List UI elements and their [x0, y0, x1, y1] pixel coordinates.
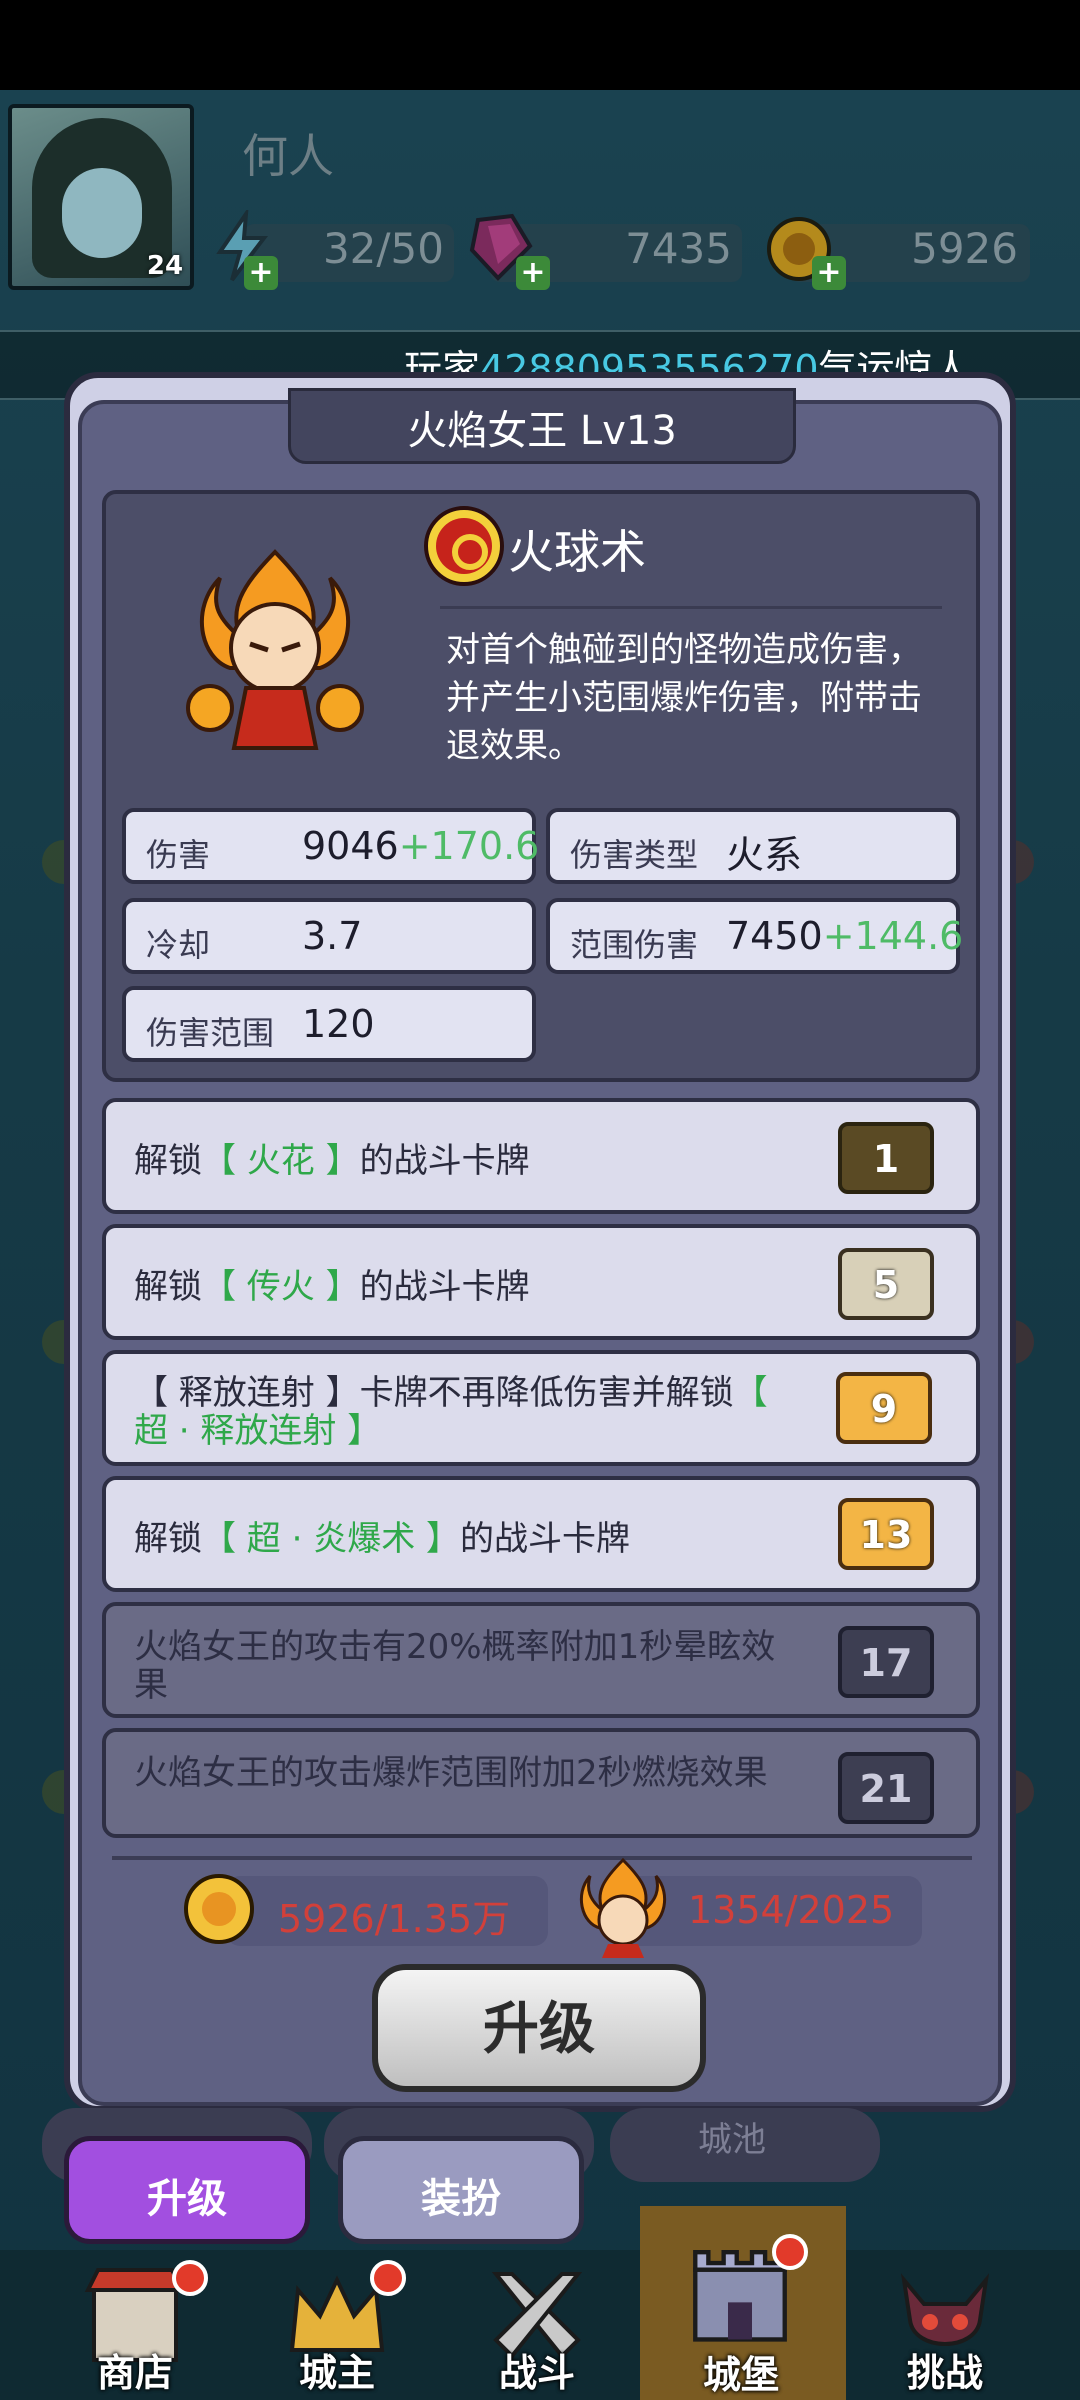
aoe-value: 7450	[726, 914, 823, 958]
unlock-1-pre: 解锁	[134, 1141, 202, 1181]
level-badge-13: 13	[838, 1498, 934, 1570]
nav-battle-label: 战斗	[498, 2351, 575, 2395]
damage-value: 9046	[302, 824, 399, 868]
cost-divider	[112, 1856, 972, 1860]
unlock-1-highlight: 【 火花 】	[202, 1141, 360, 1181]
nav-lord[interactable]: 城主	[252, 2250, 422, 2400]
status-bar	[0, 0, 1080, 90]
nav-castle[interactable]: 城堡	[656, 2220, 826, 2400]
stat-aoe-value: 7450+144.6	[726, 914, 963, 958]
unlock-4-pre: 解锁	[134, 1519, 202, 1559]
skill-description: 对首个触碰到的怪物造成伤害，并产生小范围爆炸伤害，附带击退效果。	[446, 630, 922, 766]
fragment-cost-text: 1354/2025	[688, 1888, 895, 1932]
stat-cooldown-value: 3.7	[302, 914, 363, 958]
stat-damage-value: 9046+170.6	[302, 824, 539, 868]
shop-notification-dot	[172, 2260, 208, 2296]
unlock-row-2-text: 解锁【 传火 】的战斗卡牌	[134, 1268, 794, 1306]
avatar-face	[62, 168, 142, 258]
add-gems-button[interactable]: +	[516, 256, 550, 290]
unlock-4-post: 的战斗卡牌	[460, 1519, 631, 1559]
nav-challenge[interactable]: 挑战	[860, 2250, 1030, 2400]
unlock-row-4-text: 解锁【 超 · 炎爆术 】的战斗卡牌	[134, 1520, 794, 1558]
damage-bonus: +170.6	[398, 824, 540, 868]
fire-queen-hero-art	[186, 549, 364, 750]
skill-name: 火球术	[508, 525, 646, 579]
stat-damage-type-label: 伤害类型	[570, 836, 699, 874]
castle-notification-dot	[772, 2234, 808, 2270]
unlock-row-1-text: 解锁【 火花 】的战斗卡牌	[134, 1142, 794, 1180]
upgrade-button-label: 升级	[483, 1997, 595, 2062]
level-badge-1: 1	[838, 1122, 934, 1194]
unlock-6-pre: 火焰女王的攻击爆炸范围附加2秒燃烧效果	[134, 1753, 768, 1793]
hero-fragment-icon	[579, 1858, 667, 1958]
nav-lord-label: 城主	[298, 2351, 375, 2395]
unlock-row-6-text: 火焰女王的攻击爆炸范围附加2秒燃烧效果	[134, 1754, 794, 1792]
level-badge-21: 21	[838, 1752, 934, 1824]
stat-damage-type-value: 火系	[726, 833, 803, 877]
unlock-2-post: 的战斗卡牌	[359, 1267, 530, 1307]
aoe-bonus: +144.6	[822, 914, 964, 958]
unlock-row-3-text: 【 释放连射 】卡牌不再降低伤害并解锁【 超 · 释放连射 】	[134, 1374, 794, 1450]
nav-castle-label: 城堡	[702, 2353, 779, 2397]
unlock-row-5-text: 火焰女王的攻击有20%概率附加1秒晕眩效果	[134, 1628, 794, 1704]
gold-coin-icon	[184, 1874, 254, 1944]
add-energy-button[interactable]: +	[244, 256, 278, 290]
skill-divider	[440, 606, 942, 609]
modal-title: 火焰女王 Lv13	[407, 408, 677, 454]
lord-notification-dot	[370, 2260, 406, 2296]
unlock-1-post: 的战斗卡牌	[359, 1141, 530, 1181]
player-name: 何人	[242, 129, 334, 183]
add-gold-button[interactable]: +	[812, 256, 846, 290]
tab-upgrade-label: 升级	[147, 2176, 227, 2222]
background-tab-label: 城池	[698, 2120, 766, 2160]
avatar-level-badge: 24	[146, 251, 184, 281]
unlock-4-highlight: 【 超 · 炎爆术 】	[202, 1519, 461, 1559]
unlock-5-pre: 火焰女王的攻击有20%概率附加1秒晕眩效果	[134, 1627, 776, 1705]
fireball-skill-icon	[424, 506, 504, 586]
nav-battle[interactable]: 战斗	[452, 2250, 622, 2400]
nav-shop-label: 商店	[96, 2351, 173, 2395]
tab-outfit-label: 装扮	[421, 2176, 501, 2222]
unlock-2-highlight: 【 传火 】	[202, 1267, 360, 1307]
unlock-2-pre: 解锁	[134, 1267, 202, 1307]
player-avatar[interactable]: 24	[8, 104, 194, 290]
stat-range-value: 120	[302, 1002, 375, 1046]
stat-range-label: 伤害范围	[146, 1014, 275, 1052]
unlock-3-pre: 【 释放连射 】卡牌不再降低伤害并解锁	[134, 1373, 734, 1413]
level-badge-9: 9	[836, 1372, 932, 1444]
level-badge-5: 5	[838, 1248, 934, 1320]
stat-damage-label: 伤害	[146, 836, 211, 874]
nav-shop[interactable]: 商店	[50, 2250, 220, 2400]
gold-cost-text: 5926/1.35万	[278, 1897, 511, 1941]
nav-challenge-label: 挑战	[906, 2351, 983, 2395]
stat-aoe-label: 范围伤害	[570, 926, 699, 964]
level-badge-17: 17	[838, 1626, 934, 1698]
stat-cooldown-label: 冷却	[146, 926, 211, 964]
